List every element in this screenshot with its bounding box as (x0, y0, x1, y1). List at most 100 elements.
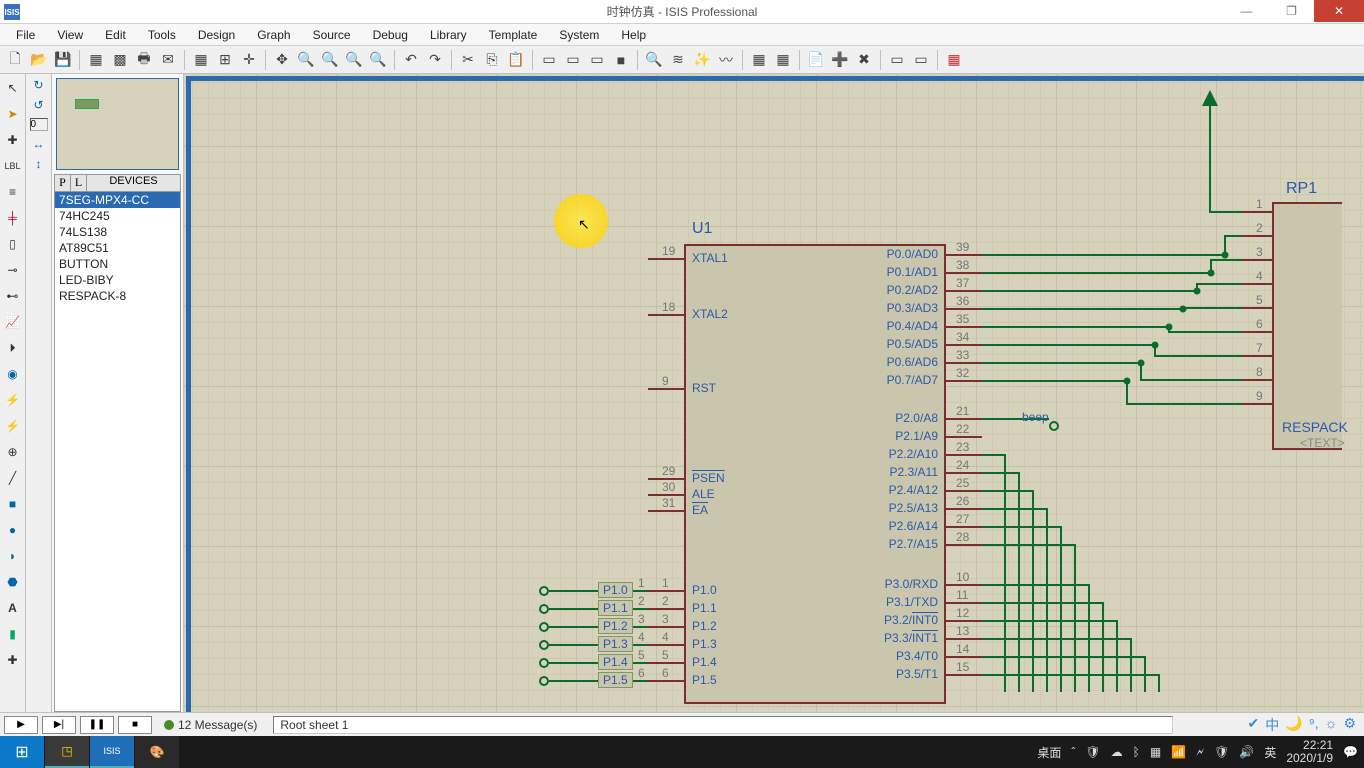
save-icon[interactable]: 💾 (52, 49, 74, 71)
wire[interactable] (1154, 355, 1242, 357)
pin-stub[interactable] (1242, 211, 1272, 213)
wire[interactable] (1209, 106, 1211, 212)
notif2-icon[interactable]: 中 (1265, 715, 1279, 735)
maximize-button[interactable]: ❐ (1269, 0, 1314, 22)
wire[interactable] (982, 362, 1140, 364)
schematic-canvas[interactable]: ↖ U1 RP1 RESPACK <TEXT> 19XTAL118XTAL29R… (184, 74, 1364, 712)
ares1-icon[interactable]: ▦ (748, 49, 770, 71)
menu-source[interactable]: Source (303, 26, 361, 44)
tray-ime-icon[interactable]: 英 (1264, 744, 1276, 761)
overview-window[interactable] (56, 78, 179, 170)
tray-chevron-icon[interactable]: ˆ (1071, 745, 1075, 759)
junction-dot-icon[interactable] (1222, 252, 1229, 259)
wire[interactable] (982, 656, 1144, 658)
junction-dot-icon[interactable] (1194, 288, 1201, 295)
wire[interactable] (1032, 490, 1034, 692)
pin-stub[interactable] (946, 380, 982, 382)
box-icon[interactable]: ■ (3, 494, 23, 514)
close-button[interactable]: ✕ (1314, 0, 1364, 22)
pin-stub[interactable] (946, 620, 982, 622)
pin-stub[interactable] (946, 454, 982, 456)
pin-stub[interactable] (1242, 331, 1272, 333)
wire[interactable] (1196, 283, 1242, 285)
pin-stub[interactable] (1242, 355, 1272, 357)
pin-stub[interactable] (1242, 259, 1272, 261)
tray-wifi-icon[interactable]: 📶 (1171, 745, 1186, 759)
wire[interactable] (1168, 331, 1242, 333)
pin-stub[interactable] (648, 510, 684, 512)
pin-stub[interactable] (946, 254, 982, 256)
pause-button[interactable]: ❚❚ (80, 716, 114, 734)
pin-stub[interactable] (946, 344, 982, 346)
terminal-icon[interactable] (539, 640, 549, 650)
notif4-icon[interactable]: ⁹, (1309, 715, 1319, 735)
block1-icon[interactable]: ▭ (538, 49, 560, 71)
menu-design[interactable]: Design (188, 26, 245, 44)
erc-remove-icon[interactable]: ✖ (853, 49, 875, 71)
menu-file[interactable]: File (6, 26, 45, 44)
wire[interactable] (982, 602, 1102, 604)
tray-onedrive-icon[interactable]: ☁ (1111, 745, 1123, 759)
refresh-icon[interactable]: ▦ (190, 49, 212, 71)
wire[interactable] (982, 620, 1116, 622)
pin-stub[interactable] (946, 362, 982, 364)
pin-stub[interactable] (1242, 403, 1272, 405)
marker-icon[interactable]: ✚ (3, 650, 23, 670)
minimize-button[interactable]: — (1224, 0, 1269, 22)
component-ref-u1[interactable]: U1 (692, 220, 712, 238)
start-button[interactable]: ⊞ (0, 736, 44, 768)
tray-shield-icon[interactable]: 🛡 (1085, 745, 1100, 759)
zoomin-icon[interactable]: 🔍 (295, 49, 317, 71)
junction-dot-icon[interactable] (1208, 270, 1215, 277)
device-item[interactable]: RESPACK-8 (55, 288, 180, 304)
copy-icon[interactable]: ⎘ (481, 49, 503, 71)
stop-button[interactable]: ■ (118, 716, 152, 734)
component-ref-rp1[interactable]: RP1 (1286, 180, 1317, 198)
pin-stub[interactable] (946, 290, 982, 292)
open-icon[interactable]: 📂 (28, 49, 50, 71)
pin-stub[interactable] (946, 472, 982, 474)
pin-stub[interactable] (648, 680, 684, 682)
notif5-icon[interactable]: ☼ (1325, 715, 1338, 735)
pin-stub[interactable] (1242, 379, 1272, 381)
pin-stub[interactable] (946, 656, 982, 658)
wire[interactable] (982, 508, 1046, 510)
cut-icon[interactable]: ✂ (457, 49, 479, 71)
pin-stub[interactable] (946, 418, 982, 420)
wire[interactable] (982, 674, 1158, 676)
terminal-beep-icon[interactable] (1049, 421, 1059, 431)
rotate-ccw-icon[interactable]: ↺ (33, 98, 43, 112)
selection-icon[interactable]: ↖ (3, 78, 23, 98)
clock[interactable]: 22:21 2020/1/9 (1286, 739, 1333, 765)
net-icon[interactable]: ▭ (886, 49, 908, 71)
zoomarea-icon[interactable]: 🔍 (367, 49, 389, 71)
wire[interactable] (982, 380, 1126, 382)
label-icon[interactable]: LBL (3, 156, 23, 176)
task-item-paint[interactable]: 🎨 (135, 736, 179, 768)
zoomout-icon[interactable]: 🔍 (319, 49, 341, 71)
terminal-icon[interactable] (539, 658, 549, 668)
ares-icon[interactable]: ▦ (943, 49, 965, 71)
wire[interactable] (1224, 235, 1242, 237)
menu-debug[interactable]: Debug (363, 26, 418, 44)
pin-stub[interactable] (946, 490, 982, 492)
circle-icon[interactable]: ● (3, 520, 23, 540)
device-item[interactable]: 74LS138 (55, 224, 180, 240)
task-item-isis[interactable]: ISIS (90, 736, 134, 768)
probe-icon[interactable]: ≋ (667, 49, 689, 71)
wire[interactable] (982, 290, 1196, 292)
flip-h-icon[interactable]: ↔ (33, 137, 45, 151)
pin-stub[interactable] (648, 388, 684, 390)
device-item[interactable]: 74HC245 (55, 208, 180, 224)
symbol-icon[interactable]: ▮ (3, 624, 23, 644)
instrument-icon[interactable]: ⊕ (3, 442, 23, 462)
tape-icon[interactable]: ⏵ (3, 338, 23, 358)
desktop-label[interactable]: 桌面 (1037, 744, 1061, 761)
notif6-icon[interactable]: ⚙ (1343, 715, 1356, 735)
menu-graph[interactable]: Graph (247, 26, 300, 44)
pin-stub[interactable] (1242, 235, 1272, 237)
menu-template[interactable]: Template (479, 26, 548, 44)
menu-edit[interactable]: Edit (95, 26, 136, 44)
pin-stub[interactable] (946, 272, 982, 274)
subcircuit-icon[interactable]: ▯ (3, 234, 23, 254)
